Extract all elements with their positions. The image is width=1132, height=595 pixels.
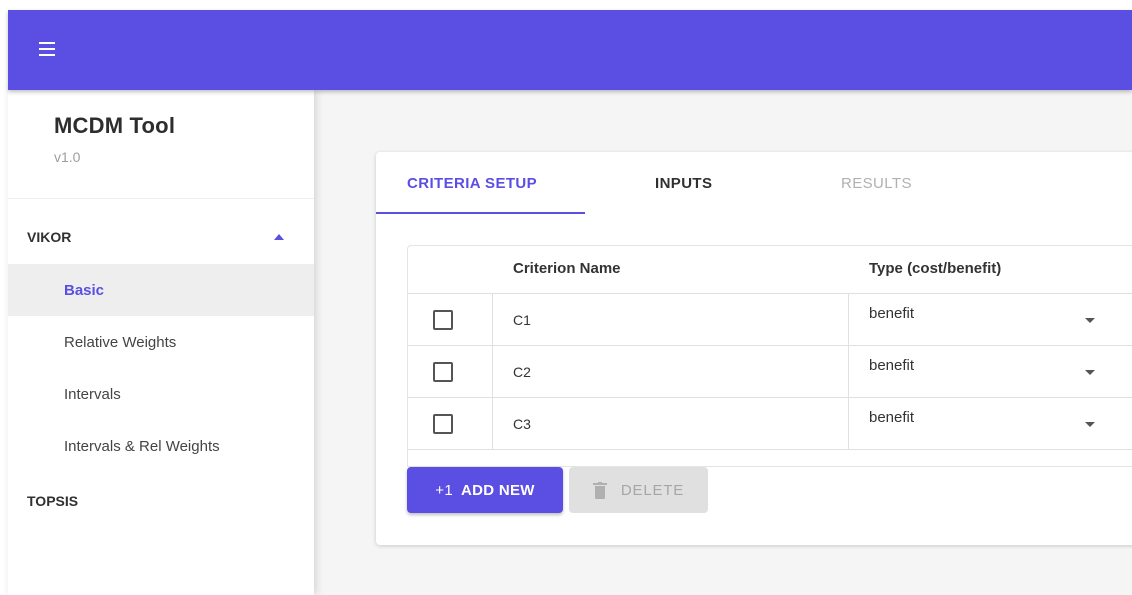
row-select-cell xyxy=(408,398,493,449)
sidebar: MCDM Tool v1.0 VIKOR Basic Relative Weig… xyxy=(8,90,314,595)
sidebar-item-intervals[interactable]: Intervals xyxy=(8,368,314,420)
sidebar-group-label: VIKOR xyxy=(27,229,72,245)
sidebar-item-intervals-rel-weights[interactable]: Intervals & Rel Weights xyxy=(8,420,314,472)
criterion-type-value: benefit xyxy=(869,409,915,426)
sidebar-item-label: Relative Weights xyxy=(64,333,177,351)
hamburger-menu-icon[interactable] xyxy=(36,36,62,62)
column-header-criterion-name: Criterion Name xyxy=(513,260,621,277)
table-row: C3 benefit xyxy=(408,398,1132,450)
chevron-down-icon xyxy=(1085,318,1095,323)
criterion-name-field[interactable]: C3 xyxy=(493,398,849,449)
table-row: C2 benefit xyxy=(408,346,1132,398)
chevron-down-icon xyxy=(1085,370,1095,375)
column-header-type: Type (cost/benefit) xyxy=(869,260,1002,277)
sidebar-group-vikor[interactable]: VIKOR xyxy=(8,212,314,262)
criterion-type-select[interactable]: benefit xyxy=(849,398,1132,449)
criterion-type-value: benefit xyxy=(869,305,915,322)
sidebar-item-relative-weights[interactable]: Relative Weights xyxy=(8,316,314,368)
chevron-down-icon xyxy=(1085,422,1095,427)
criteria-table: Criterion Name Type (cost/benefit) C1 be… xyxy=(407,245,1132,467)
table-header: Criterion Name Type (cost/benefit) xyxy=(408,246,1132,294)
sidebar-group-topsis[interactable]: TOPSIS xyxy=(8,476,314,526)
criteria-card: CRITERIA SETUP INPUTS RESULTS Criterion … xyxy=(376,152,1132,545)
active-tab-indicator xyxy=(376,212,585,214)
add-new-label: ADD NEW xyxy=(460,481,535,499)
app-version: v1.0 xyxy=(54,149,81,165)
main-content: CRITERIA SETUP INPUTS RESULTS Criterion … xyxy=(314,90,1132,595)
add-new-button[interactable]: +1 ADD NEW xyxy=(407,467,563,513)
criterion-name-field[interactable]: C2 xyxy=(493,346,849,397)
row-checkbox[interactable] xyxy=(433,414,453,434)
sidebar-item-label: Basic xyxy=(64,281,105,299)
sidebar-item-label: Intervals & Rel Weights xyxy=(64,437,220,455)
row-select-cell xyxy=(408,346,493,397)
row-checkbox[interactable] xyxy=(433,362,453,382)
criterion-type-value: benefit xyxy=(869,357,915,374)
row-select-cell xyxy=(408,294,493,345)
trash-icon xyxy=(592,481,607,499)
tab-inputs[interactable]: INPUTS xyxy=(655,152,712,214)
table-row: C1 benefit xyxy=(408,294,1132,346)
criterion-type-select[interactable]: benefit xyxy=(849,346,1132,397)
criterion-name-field[interactable]: C1 xyxy=(493,294,849,345)
tab-criteria-setup[interactable]: CRITERIA SETUP xyxy=(407,152,537,214)
plus-one-icon: +1 xyxy=(435,481,453,499)
criterion-type-select[interactable]: benefit xyxy=(849,294,1132,345)
sidebar-group-label: TOPSIS xyxy=(27,493,79,509)
tab-results: RESULTS xyxy=(841,174,912,192)
app-title: MCDM Tool xyxy=(54,113,176,138)
app-bar xyxy=(8,10,1132,90)
sidebar-divider xyxy=(8,198,314,199)
brand: MCDM Tool v1.0 xyxy=(54,113,175,165)
row-checkbox[interactable] xyxy=(433,310,453,330)
sidebar-item-label: Intervals xyxy=(64,385,121,403)
caret-up-icon xyxy=(274,234,284,240)
sidebar-item-basic[interactable]: Basic xyxy=(8,264,314,316)
delete-label: DELETE xyxy=(620,481,685,499)
delete-button[interactable]: DELETE xyxy=(569,467,708,513)
